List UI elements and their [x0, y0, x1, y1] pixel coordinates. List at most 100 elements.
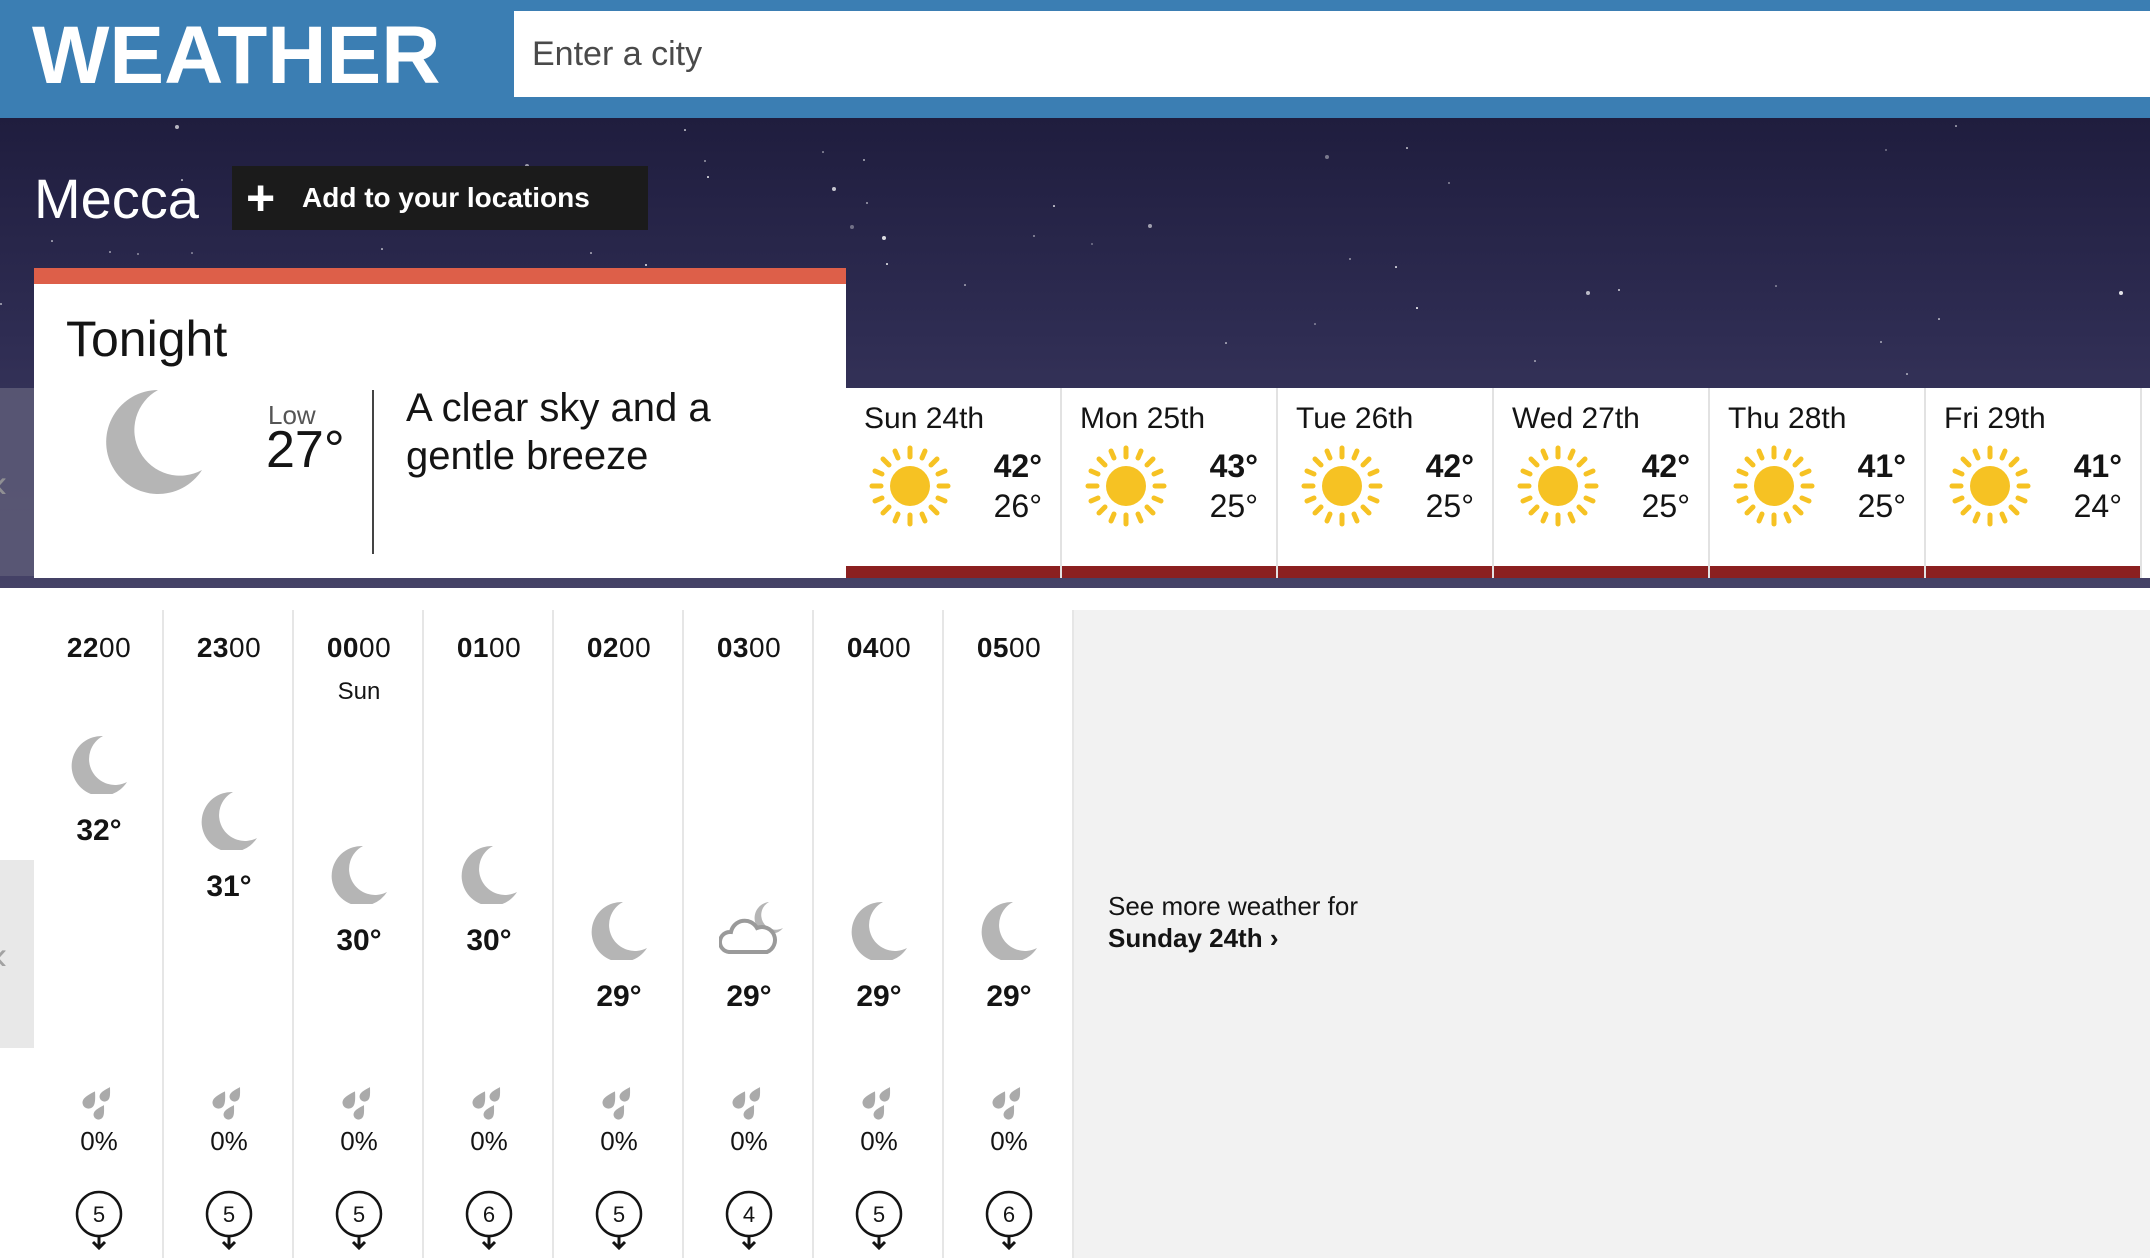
previous-day-arrow[interactable]: ‹: [0, 388, 34, 576]
wind-direction-icon: 4: [725, 1190, 773, 1250]
hour-column[interactable]: 0000 Sun 30° 0% 5: [294, 610, 424, 1258]
hour-column[interactable]: 0300 29° 0% 4: [684, 610, 814, 1258]
day-low-temp: 25°: [1857, 488, 1906, 524]
hour-rain-chance: 0%: [730, 1126, 768, 1156]
day-name: Wed 27th: [1512, 402, 1640, 435]
star: [1775, 285, 1777, 287]
wind-direction-icon: 5: [75, 1190, 123, 1250]
star: [707, 176, 709, 178]
hour-time: 0100: [424, 632, 554, 664]
hour-time-hours: 03: [716, 632, 749, 663]
wind-speed: 5: [613, 1202, 625, 1227]
raindrops-icon: [600, 1086, 635, 1122]
star: [1225, 342, 1227, 344]
chevron-left-icon: ‹: [0, 462, 7, 507]
hour-column[interactable]: 0500 29° 0% 6: [944, 610, 1074, 1258]
raindrops-icon: [730, 1086, 765, 1122]
hourly-forecast: 2200 32° 0% 5 2300 31° 0% 5 0000 Sun 30°…: [34, 610, 2150, 1258]
hour-time-minutes: 00: [879, 632, 912, 663]
day-temp-bar: [1494, 566, 1708, 578]
day-low-temp: 25°: [1425, 488, 1474, 524]
star: [1885, 149, 1887, 151]
raindrops-icon: [210, 1086, 245, 1122]
hour-time-hours: 02: [586, 632, 619, 663]
star: [832, 187, 836, 191]
star: [2119, 291, 2123, 295]
star: [1586, 291, 1590, 295]
day-temp-bar: [846, 566, 1060, 578]
hour-time-hours: 01: [456, 632, 489, 663]
star: [1906, 373, 1908, 375]
hour-time-minutes: 00: [489, 632, 522, 663]
star: [1416, 307, 1418, 309]
star: [137, 253, 139, 255]
hour-time-minutes: 00: [229, 632, 262, 663]
site-header: WEATHER: [0, 0, 2150, 118]
add-to-locations-button[interactable]: + Add to your locations: [232, 166, 648, 230]
chevron-right-icon: ›: [1269, 923, 1279, 953]
wind-direction-icon: 6: [985, 1190, 1033, 1250]
city-search-input[interactable]: [514, 11, 2150, 97]
hour-time: 0300: [684, 632, 814, 664]
day-tab[interactable]: Wed 27th 42° 25°: [1494, 388, 1710, 578]
hour-temperature: 29°: [726, 980, 772, 1013]
hour-column[interactable]: 0200 29° 0% 5: [554, 610, 684, 1258]
see-more-weather-link[interactable]: See more weather for Sunday 24th ›: [1108, 890, 1358, 954]
hour-time-minutes: 00: [359, 632, 392, 663]
star: [1534, 360, 1536, 362]
previous-hours-arrow[interactable]: ‹: [0, 860, 34, 1048]
day-high-temp: 42°: [1425, 448, 1474, 484]
star: [822, 151, 824, 153]
day-low-temp: 24°: [2073, 488, 2122, 524]
hour-column[interactable]: 0400 29° 0% 5: [814, 610, 944, 1258]
moon-icon: [461, 845, 517, 904]
daily-forecast-strip: Sun 24th 42° 26° Mon 25th 43° 25° Tue 26…: [846, 388, 2150, 578]
chevron-left-icon: ‹: [0, 934, 7, 979]
hour-column[interactable]: 2300 31° 0% 5: [164, 610, 294, 1258]
add-to-locations-label: Add to your locations: [302, 182, 590, 213]
hour-column[interactable]: 0100 30° 0% 6: [424, 610, 554, 1258]
hour-temperature: 29°: [986, 980, 1032, 1013]
hour-column[interactable]: 2200 32° 0% 5: [34, 610, 164, 1258]
star: [850, 225, 854, 229]
hour-day-label: Sun: [337, 678, 381, 705]
tonight-description: A clear sky and a gentle breeze: [406, 386, 711, 478]
raindrops-icon: [80, 1086, 115, 1122]
day-low-temp: 25°: [1641, 488, 1690, 524]
hour-time: 0200: [554, 632, 684, 664]
star: [1325, 155, 1329, 159]
star: [684, 129, 686, 131]
star: [1314, 323, 1316, 325]
hour-time: 0000: [294, 632, 424, 664]
hour-rain-chance: 0%: [990, 1126, 1028, 1156]
hour-rain-chance: 0%: [600, 1126, 638, 1156]
sun-icon: [1516, 444, 1600, 528]
star: [1395, 266, 1397, 268]
star: [1618, 289, 1620, 291]
day-name: Tue 26th: [1296, 402, 1414, 435]
star: [1053, 205, 1055, 207]
tonight-title: Tonight: [66, 311, 228, 367]
star: [590, 252, 592, 254]
hour-time: 0500: [944, 632, 1074, 664]
day-tab[interactable]: Tue 26th 42° 25°: [1278, 388, 1494, 578]
day-tab[interactable]: Sun 24th 42° 26°: [846, 388, 1062, 578]
day-low-temp: 25°: [1209, 488, 1258, 524]
hour-time-hours: 00: [326, 632, 359, 663]
day-tab[interactable]: Thu 28th 41° 25°: [1710, 388, 1926, 578]
moon-icon: [201, 791, 257, 850]
sun-icon: [1300, 444, 1384, 528]
moon-icon: [591, 901, 647, 960]
star: [1880, 341, 1882, 343]
hour-rain-chance: 0%: [210, 1126, 248, 1156]
day-tab[interactable]: Mon 25th 43° 25°: [1062, 388, 1278, 578]
star: [51, 240, 53, 242]
tonight-card[interactable]: Tonight Low 27° A clear sky and a gentle…: [34, 268, 846, 578]
weather-logo[interactable]: WEATHER: [32, 6, 440, 106]
hour-rain-chance: 0%: [340, 1126, 378, 1156]
moon-icon: [71, 735, 127, 794]
star: [886, 263, 888, 265]
raindrops-icon: [470, 1086, 505, 1122]
star: [863, 159, 865, 161]
day-tab[interactable]: Fri 29th 41° 24°: [1926, 388, 2142, 578]
